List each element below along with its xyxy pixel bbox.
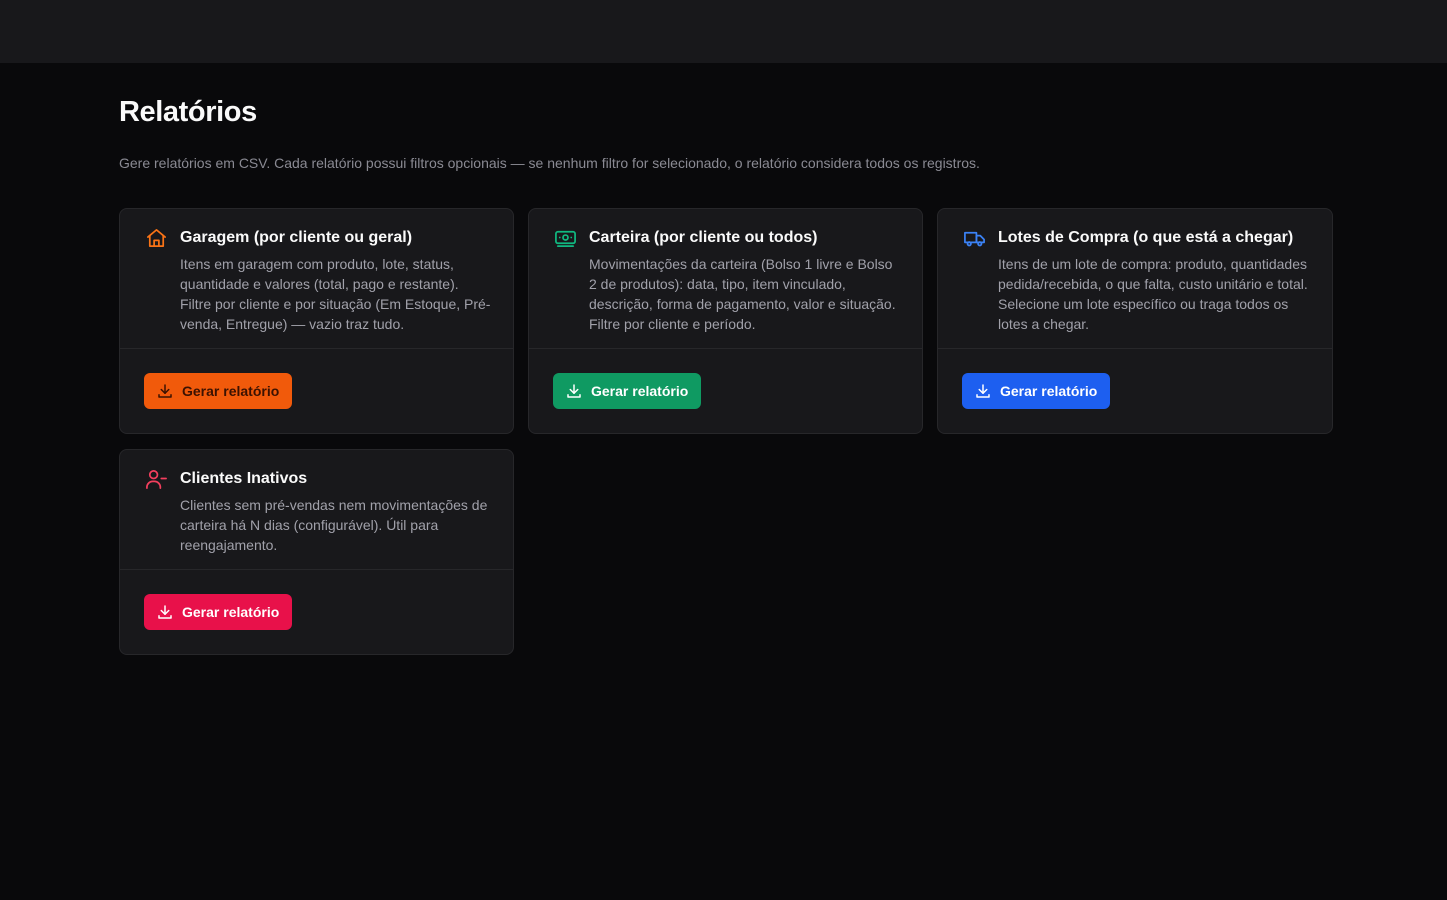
report-card-garagem: Garagem (por cliente ou geral) Itens em … (119, 208, 514, 434)
card-header: Clientes Inativos Clientes sem pré-venda… (120, 450, 513, 570)
card-description: Itens em garagem com produto, lote, stat… (180, 256, 491, 332)
card-title: Garagem (por cliente ou geral) (180, 229, 413, 246)
card-footer: Gerar relatório (120, 570, 513, 654)
page-title: Relatórios (119, 96, 257, 128)
card-description: Movimentações da carteira (Bolso 1 livre… (589, 256, 896, 332)
card-header: Garagem (por cliente ou geral) Itens em … (120, 209, 513, 349)
download-icon (976, 384, 990, 398)
generate-report-button-clientes-inativos[interactable]: Gerar relatório (144, 594, 293, 630)
generate-report-button-lotes[interactable]: Gerar relatório (962, 373, 1111, 409)
card-footer: Gerar relatório (938, 349, 1332, 433)
download-icon (158, 384, 172, 398)
download-icon (567, 384, 581, 398)
card-title: Clientes Inativos (180, 470, 308, 487)
report-card-lotes: Lotes de Compra (o que está a chegar) It… (937, 208, 1333, 434)
card-header: Carteira (por cliente ou todos) Moviment… (529, 209, 922, 349)
card-description: Clientes sem pré-vendas nem movimentaçõe… (180, 497, 488, 553)
page-description: Gere relatórios em CSV. Cada relatório p… (119, 155, 980, 171)
user-minus-icon (145, 468, 168, 491)
report-card-clientes-inativos: Clientes Inativos Clientes sem pré-venda… (119, 449, 514, 655)
report-card-carteira: Carteira (por cliente ou todos) Moviment… (528, 208, 923, 434)
button-label: Gerar relatório (1000, 383, 1098, 399)
card-title: Lotes de Compra (o que está a chegar) (998, 229, 1294, 246)
download-icon (158, 605, 172, 619)
top-bar (0, 0, 1447, 63)
reports-grid: Garagem (por cliente ou geral) Itens em … (119, 208, 1333, 655)
button-label: Gerar relatório (591, 383, 689, 399)
generate-report-button-carteira[interactable]: Gerar relatório (553, 373, 702, 409)
generate-report-button-garagem[interactable]: Gerar relatório (144, 373, 293, 409)
banknote-icon (554, 227, 577, 250)
button-label: Gerar relatório (182, 383, 280, 399)
card-header: Lotes de Compra (o que está a chegar) It… (938, 209, 1332, 349)
card-description: Itens de um lote de compra: produto, qua… (998, 256, 1308, 332)
card-footer: Gerar relatório (120, 349, 513, 433)
truck-icon (963, 227, 986, 250)
button-label: Gerar relatório (182, 604, 280, 620)
card-footer: Gerar relatório (529, 349, 922, 433)
card-title: Carteira (por cliente ou todos) (589, 229, 818, 246)
main-content: Relatórios Gere relatórios em CSV. Cada … (119, 63, 1333, 655)
home-icon (145, 227, 168, 250)
